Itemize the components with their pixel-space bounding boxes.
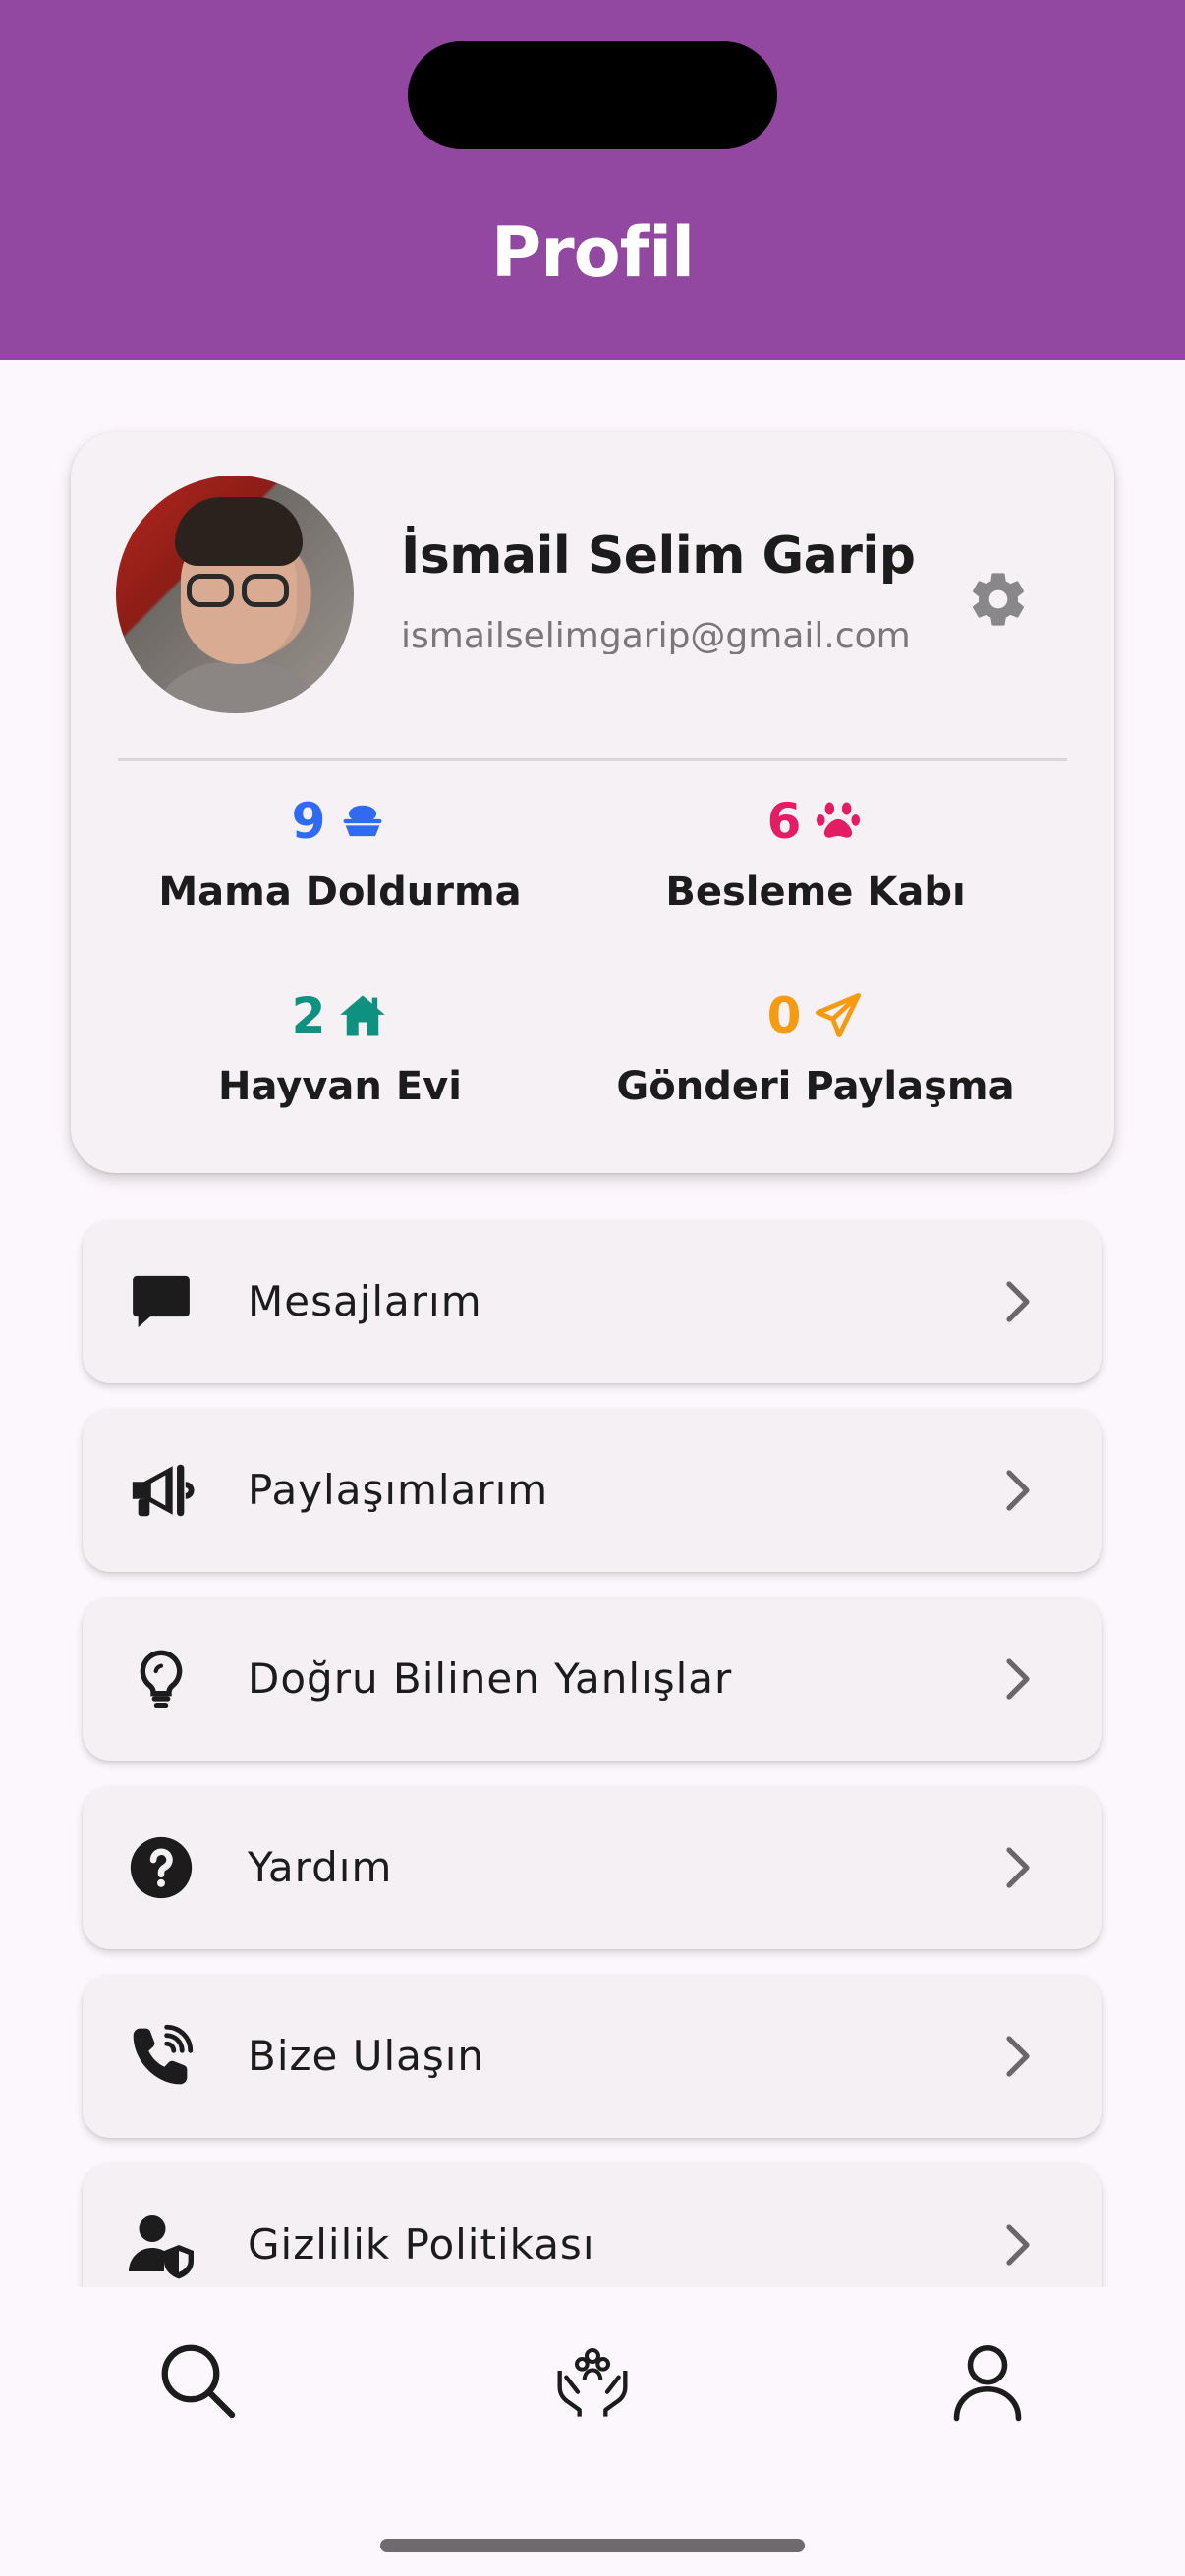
stat-count: 9 — [291, 793, 326, 850]
nav-profile-button[interactable] — [933, 2326, 1042, 2435]
menu-label: Paylaşımlarım — [248, 1466, 549, 1514]
paper-plane-icon — [816, 993, 862, 1037]
menu-item-contact[interactable]: Bize Ulaşın — [83, 1975, 1102, 2138]
card-divider — [118, 758, 1067, 761]
menu-item-messages[interactable]: Mesajlarım — [83, 1220, 1102, 1383]
menu-item-help[interactable]: Yardım — [83, 1786, 1102, 1949]
dynamic-island — [408, 41, 777, 149]
chevron-right-icon — [1006, 2224, 1030, 2266]
phone-call-icon — [133, 2024, 194, 2085]
food-bowl-icon — [343, 805, 382, 837]
menu-label: Mesajlarım — [248, 1277, 482, 1325]
stat-animal-house: 2 Hayvan Evi — [94, 986, 586, 1106]
home-indicator[interactable] — [380, 2539, 805, 2552]
nav-search-button[interactable] — [143, 2326, 252, 2435]
search-icon — [161, 2344, 236, 2419]
profile-card: İsmail Selim Garip ismailselimgarip@gmai… — [71, 432, 1114, 1173]
user-shield-icon — [129, 2215, 194, 2279]
hands-care-icon — [557, 2348, 628, 2417]
menu-label: Doğru Bilinen Yanlışlar — [248, 1654, 733, 1703]
menu-label: Gizlilik Politikası — [248, 2220, 595, 2268]
menu-item-shares[interactable]: Paylaşımlarım — [83, 1409, 1102, 1572]
chevron-right-icon — [1006, 1281, 1030, 1322]
user-name: İsmail Selim Garip — [401, 527, 916, 586]
page-title: Profil — [490, 212, 695, 293]
chevron-right-icon — [1006, 1847, 1030, 1888]
avatar[interactable] — [116, 476, 354, 713]
settings-button[interactable] — [959, 560, 1038, 639]
house-icon — [340, 995, 386, 1036]
chevron-right-icon — [1006, 1658, 1030, 1700]
menu-label: Yardım — [248, 1843, 393, 1891]
nav-community-button[interactable] — [538, 2326, 647, 2435]
megaphone-icon — [132, 1464, 195, 1517]
stat-food-refill: 9 Mama Doldurma — [94, 792, 586, 912]
app-header: Profil — [0, 0, 1185, 360]
stat-post-share: 0 Gönderi Paylaşma — [570, 986, 1061, 1106]
profile-screen: Profil İsmail Selim Garip ismailselimgar… — [0, 0, 1185, 2576]
paw-icon — [817, 802, 861, 838]
person-icon — [953, 2344, 1022, 2422]
stat-feeding-bowl: 6 Besleme Kabı — [570, 792, 1061, 912]
stat-label: Mama Doldurma — [158, 869, 522, 915]
stat-count: 2 — [291, 987, 326, 1044]
message-icon — [133, 1275, 190, 1328]
question-circle-icon — [130, 1836, 193, 1899]
chevron-right-icon — [1006, 1470, 1030, 1511]
lightbulb-icon — [140, 1650, 183, 1708]
gear-icon — [973, 573, 1024, 626]
user-email: ismailselimgarip@gmail.com — [401, 619, 911, 654]
chevron-right-icon — [1006, 2036, 1030, 2077]
menu-item-misconceptions[interactable]: Doğru Bilinen Yanlışlar — [83, 1597, 1102, 1761]
stat-label: Gönderi Paylaşma — [616, 1064, 1015, 1109]
stat-count: 0 — [766, 987, 802, 1044]
stat-count: 6 — [766, 793, 802, 850]
stat-label: Besleme Kabı — [665, 869, 966, 915]
menu-label: Bize Ulaşın — [248, 2032, 485, 2080]
stat-label: Hayvan Evi — [218, 1064, 462, 1109]
bottom-nav — [0, 2287, 1185, 2576]
